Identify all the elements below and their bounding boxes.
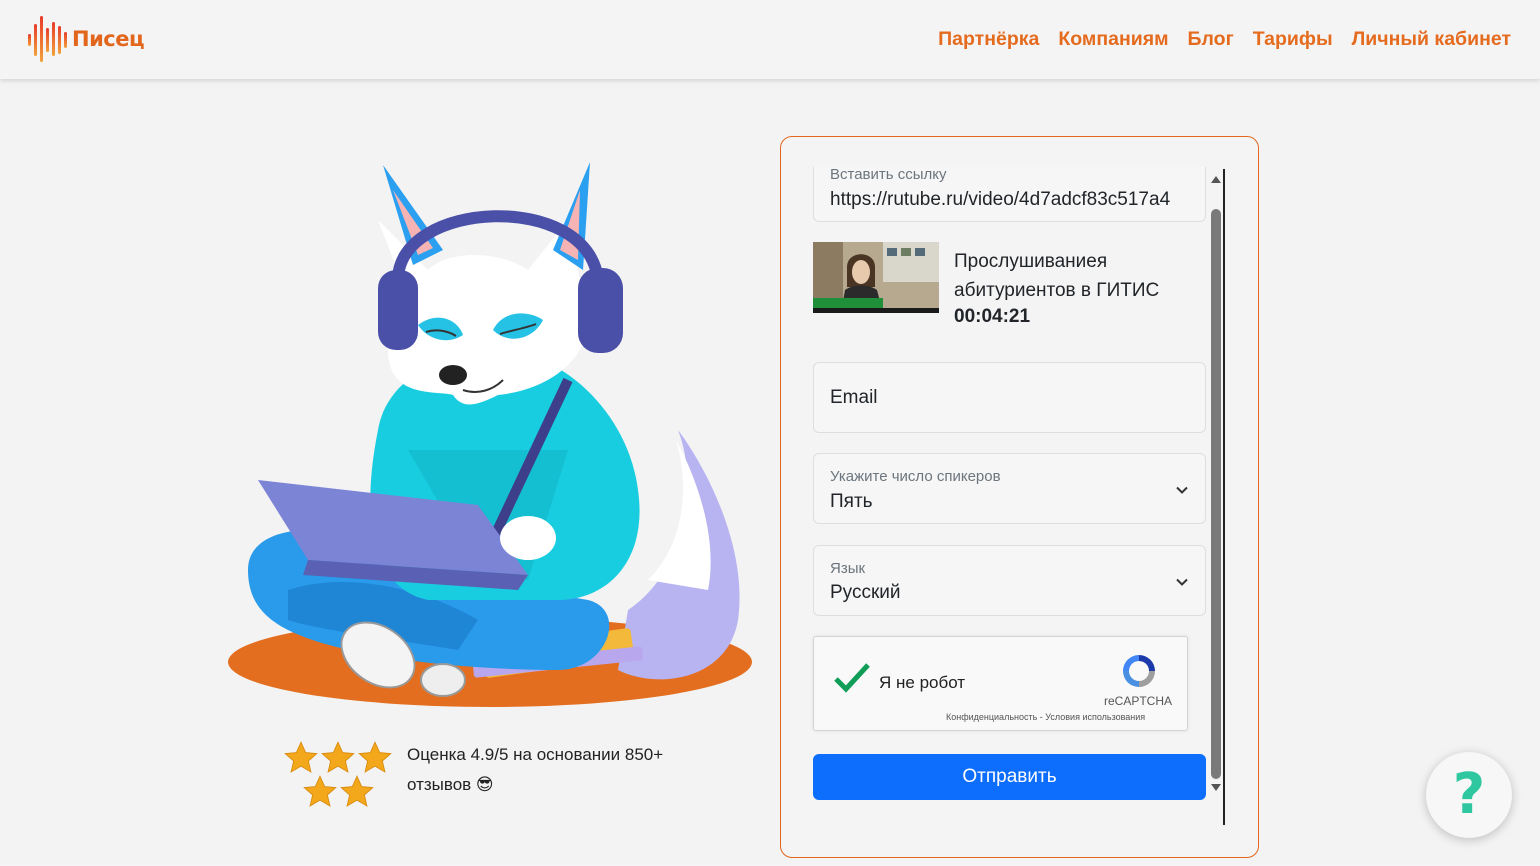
- language-label: Язык: [830, 560, 866, 577]
- video-title: Прослушиваниея абитуриентов в ГИТИС: [954, 251, 1160, 301]
- speakers-value: Пять: [830, 491, 873, 512]
- help-icon: ?: [1452, 762, 1486, 827]
- nav-pricing-link[interactable]: Тарифы: [1253, 28, 1333, 51]
- header: Писец Партнёрка Компаниям Блог Тарифы Ли…: [0, 0, 1540, 79]
- recaptcha-widget[interactable]: Я не робот reCAPTCHA Конфиденциальность …: [813, 636, 1188, 731]
- video-thumbnail: [813, 242, 939, 313]
- transcription-form-card: Вставить ссылку https://rutube.ru/video/…: [780, 136, 1259, 858]
- link-field-label: Вставить ссылку: [830, 167, 947, 183]
- star-icon: [284, 741, 318, 773]
- speakers-select[interactable]: Укажите число спикеров Пять: [813, 453, 1206, 524]
- email-field[interactable]: Email: [813, 362, 1206, 433]
- vertical-scrollbar[interactable]: [1209, 169, 1225, 827]
- logo-text: Писец: [72, 27, 145, 51]
- video-duration: 00:04:21: [954, 306, 1031, 327]
- captcha-privacy-links[interactable]: Конфиденциальность - Условия использован…: [946, 712, 1145, 722]
- nav-partner-link[interactable]: Партнёрка: [938, 28, 1039, 51]
- logo[interactable]: Писец: [26, 14, 145, 64]
- link-field[interactable]: Вставить ссылку https://rutube.ru/video/…: [813, 167, 1206, 222]
- email-placeholder: Email: [830, 387, 878, 408]
- top-nav: Партнёрка Компаниям Блог Тарифы Личный к…: [938, 28, 1511, 51]
- form-scroll-area[interactable]: Вставить ссылку https://rutube.ru/video/…: [781, 167, 1225, 827]
- recaptcha-icon: [1123, 655, 1155, 687]
- star-icon: [358, 741, 392, 773]
- rating: Оценка 4.9/5 на основании 850+ отзывов 😎: [283, 740, 697, 810]
- help-button[interactable]: ?: [1426, 752, 1512, 838]
- speakers-label: Укажите число спикеров: [830, 468, 1001, 485]
- vertical-scroll-thumb[interactable]: [1211, 209, 1221, 779]
- fox-mascot-illustration: [228, 162, 752, 707]
- checkmark-icon[interactable]: [832, 661, 872, 695]
- star-icon: [340, 775, 374, 807]
- star-icon: [303, 775, 337, 807]
- nav-account-link[interactable]: Личный кабинет: [1352, 28, 1511, 51]
- chevron-down-icon: [1176, 486, 1188, 494]
- chevron-down-icon: [1176, 578, 1188, 586]
- rating-text: Оценка 4.9/5 на основании 850+ отзывов 😎: [407, 745, 664, 794]
- captcha-brand: reCAPTCHA: [1104, 694, 1173, 708]
- language-value: Русский: [830, 582, 901, 603]
- captcha-label: Я не робот: [879, 673, 966, 692]
- submit-button[interactable]: Отправить: [813, 754, 1206, 800]
- star-icon: [321, 741, 355, 773]
- nav-companies-link[interactable]: Компаниям: [1058, 28, 1168, 51]
- rating-stars: [283, 740, 395, 810]
- scroll-down-arrow-icon[interactable]: [1211, 784, 1221, 791]
- logo-soundwave-icon: [28, 16, 67, 62]
- link-input[interactable]: https://rutube.ru/video/4d7adcf83c517a4: [830, 189, 1195, 211]
- video-preview: Прослушиваниея абитуриентов в ГИТИС 00:0…: [813, 242, 1206, 332]
- language-select[interactable]: Язык Русский: [813, 545, 1206, 616]
- scroll-up-arrow-icon[interactable]: [1211, 176, 1221, 183]
- scroll-track: [1223, 169, 1225, 825]
- nav-blog-link[interactable]: Блог: [1188, 28, 1234, 51]
